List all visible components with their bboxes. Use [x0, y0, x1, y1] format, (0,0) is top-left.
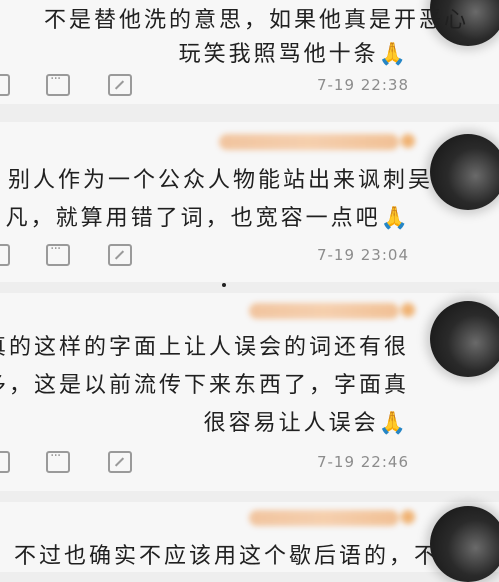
badge-icon	[401, 303, 415, 317]
like-icon[interactable]	[0, 451, 10, 473]
comment-text-line: 不过也确实不应该用这个歇后语的，不	[13, 544, 439, 569]
comment-icon[interactable]	[46, 241, 70, 266]
comment-card: 不是替他洗的意思，如果他真是开恶心 玩笑我照骂他十条🙏 7-19 22:38	[0, 0, 499, 104]
comment-icon[interactable]	[46, 71, 70, 96]
comment-text-line: 多，这是以前流传下来东西了，字面真	[0, 373, 409, 398]
timestamp: 7-19 22:38	[316, 76, 409, 94]
share-icon[interactable]	[108, 74, 132, 96]
share-icon[interactable]	[108, 244, 132, 266]
comment-card: 真的这样的字面上让人误会的词还有很 多，这是以前流传下来东西了，字面真 很容易让…	[0, 293, 499, 491]
badge-icon	[401, 134, 415, 148]
comment-text-line: 不是替他洗的意思，如果他真是开恶心	[43, 8, 469, 33]
share-icon[interactable]	[108, 451, 132, 473]
comment-text-line: 很容易让人误会🙏	[203, 411, 409, 436]
comment-text-line: 玩笑我照骂他十条🙏	[178, 42, 409, 67]
badge-icon	[401, 510, 415, 524]
avatar[interactable]	[430, 301, 499, 377]
avatar[interactable]	[430, 134, 499, 210]
username-blurred[interactable]	[219, 134, 415, 150]
comment-text-line: 凡，就算用错了词，也宽容一点吧🙏	[5, 206, 411, 231]
comment-icon[interactable]	[46, 448, 70, 473]
username-blurred[interactable]	[249, 303, 415, 319]
timestamp: 7-19 22:46	[316, 453, 409, 471]
username-blurred[interactable]	[249, 510, 415, 526]
comment-text-line: 别人作为一个公众人物能站出来讽刺吴	[7, 168, 433, 193]
divider-dot	[222, 283, 226, 287]
comment-text-line: 真的这样的字面上让人误会的词还有很	[0, 335, 409, 360]
avatar[interactable]	[430, 506, 499, 582]
timestamp: 7-19 23:04	[316, 246, 409, 264]
like-icon[interactable]	[0, 74, 10, 96]
like-icon[interactable]	[0, 244, 10, 266]
comment-card: 别人作为一个公众人物能站出来讽刺吴 凡，就算用错了词，也宽容一点吧🙏 7-19 …	[0, 122, 499, 282]
